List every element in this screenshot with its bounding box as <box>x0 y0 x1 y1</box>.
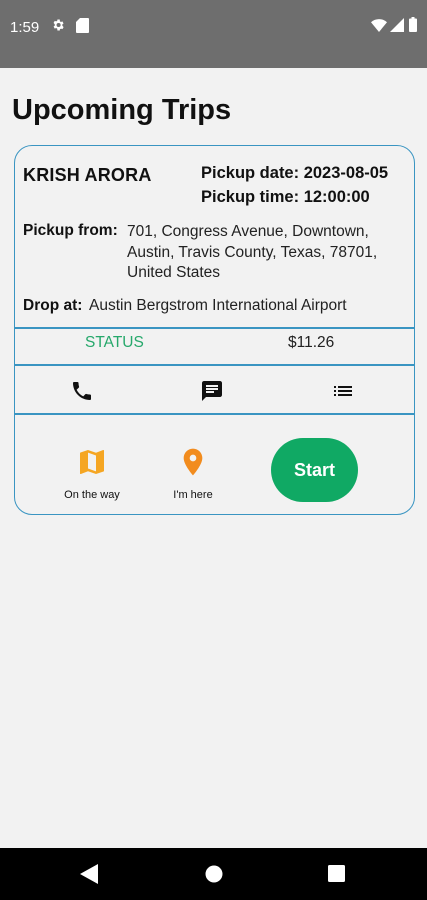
im-here-label: I'm here <box>173 489 213 501</box>
list-icon[interactable] <box>330 379 356 403</box>
trip-card[interactable]: KRISH ARORA Pickup date: 2023-08-05 Pick… <box>14 145 415 515</box>
home-icon[interactable] <box>205 865 223 883</box>
sd-card-icon <box>76 18 89 33</box>
pickup-from-label: Pickup from: <box>23 222 118 239</box>
wifi-icon <box>371 19 387 32</box>
gear-icon <box>53 19 64 31</box>
navigation-bar <box>0 848 427 900</box>
phone-icon[interactable] <box>69 379 95 403</box>
page-title: Upcoming Trips <box>12 94 232 126</box>
status-bar: 1:59 <box>0 0 427 68</box>
im-here-button[interactable]: I'm here <box>148 446 238 501</box>
battery-icon <box>409 17 417 32</box>
divider <box>15 327 414 329</box>
pickup-time: Pickup time: 12:00:00 <box>201 188 370 206</box>
pickup-date: Pickup date: 2023-08-05 <box>201 164 389 182</box>
status-time: 1:59 <box>10 19 40 36</box>
message-icon[interactable] <box>199 379 225 403</box>
on-the-way-label: On the way <box>64 489 120 501</box>
divider <box>15 413 414 415</box>
pickup-from-address: 701, Congress Avenue, Downtown, Austin, … <box>127 223 378 281</box>
back-icon[interactable] <box>80 864 98 884</box>
on-the-way-button[interactable]: On the way <box>47 446 137 501</box>
start-button[interactable]: Start <box>271 438 358 502</box>
map-icon <box>80 450 104 474</box>
divider <box>15 364 414 366</box>
signal-icon <box>390 18 404 32</box>
trip-fare: $11.26 <box>288 334 335 351</box>
recent-apps-icon[interactable] <box>328 865 345 882</box>
trip-status: STATUS <box>85 334 144 351</box>
passenger-name: KRISH ARORA <box>23 165 152 185</box>
location-pin-icon <box>183 448 203 476</box>
drop-at-label: Drop at: <box>23 297 83 314</box>
drop-at-address: Austin Bergstrom International Airport <box>89 297 347 314</box>
